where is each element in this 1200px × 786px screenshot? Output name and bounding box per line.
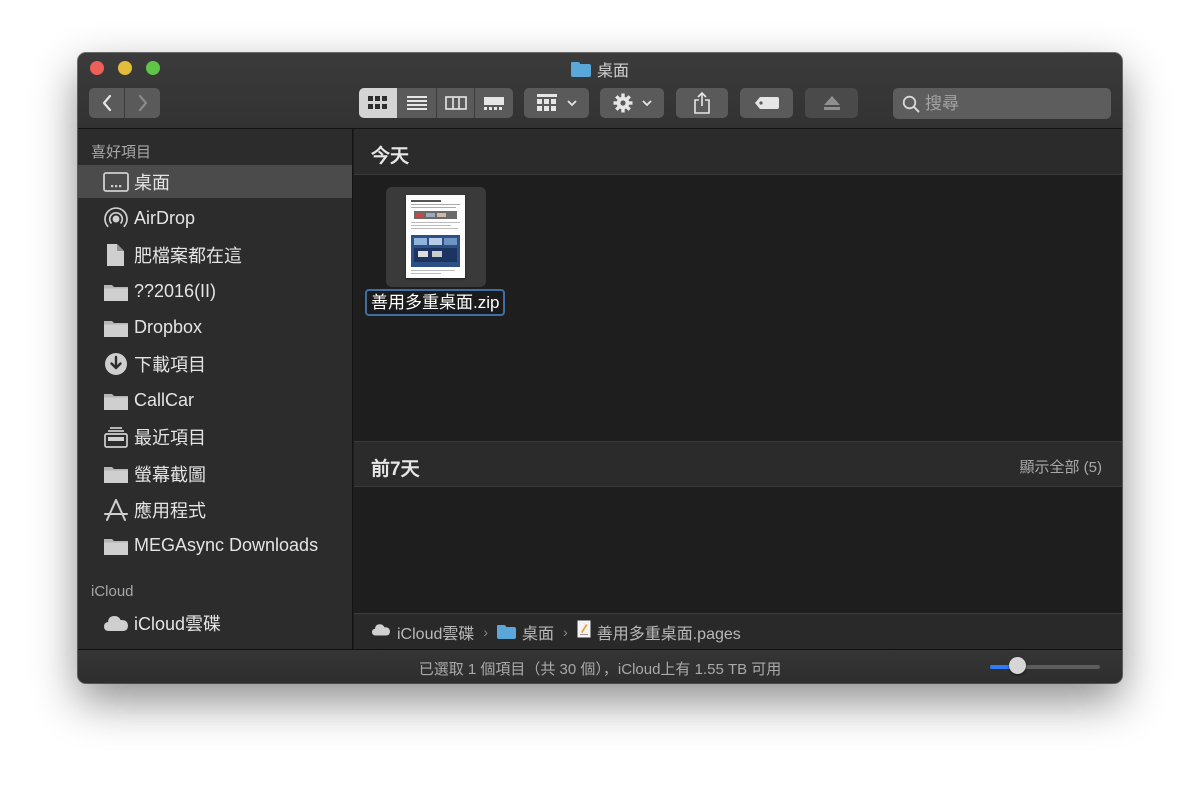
tag-icon [754, 97, 779, 109]
eject-icon [823, 96, 840, 110]
icon-size-slider-knob[interactable] [1009, 657, 1026, 674]
sidebar-item-airdrop[interactable]: AirDrop [78, 202, 352, 235]
path-bar: iCloud雲碟 › 桌面 › 善用多重桌面.pages [354, 613, 1122, 649]
sidebar-item-recents[interactable]: 最近項目 [78, 420, 352, 453]
sidebar-item-label: 螢幕截圖 [134, 464, 206, 485]
sidebar-item-fat-files[interactable]: 肥檔案都在這 [78, 238, 352, 271]
gallery-icon [484, 97, 504, 110]
status-bar: 已選取 1 個項目（共 30 個），iCloud上有 1.55 TB 可用 [78, 649, 1122, 683]
path-item-icloud-drive[interactable]: iCloud雲碟 [397, 620, 474, 644]
document-icon [103, 243, 131, 267]
sidebar-item-dropbox[interactable]: Dropbox [78, 311, 352, 344]
folder-icon [103, 534, 131, 558]
sidebar: 喜好項目 桌面 AirDrop 肥檔案都在這 ??2016(II) Dropbo… [78, 129, 353, 649]
sidebar-item-label: CallCar [134, 390, 195, 410]
document-thumbnail-icon [406, 195, 465, 278]
search-field[interactable] [893, 88, 1111, 119]
sidebar-item-label: 肥檔案都在這 [134, 245, 242, 266]
tags-button[interactable] [740, 88, 793, 118]
sidebar-item-label: 應用程式 [134, 500, 206, 521]
folder-icon [103, 316, 131, 340]
chevron-left-icon [102, 94, 111, 112]
recents-icon [103, 425, 131, 449]
file-item[interactable]: 善用多重桌面.zip [365, 187, 507, 319]
download-icon [103, 352, 131, 376]
chevron-down-icon [641, 99, 652, 106]
column-view-button[interactable] [437, 88, 475, 118]
list-view-button[interactable] [398, 88, 436, 118]
gallery-view-button[interactable] [475, 88, 513, 118]
folder-icon [497, 624, 517, 639]
sidebar-item-downloads[interactable]: 下載項目 [78, 347, 352, 380]
sidebar-section-favorites: 喜好項目 [91, 144, 152, 161]
path-separator: › [483, 623, 489, 640]
window-title-text: 桌面 [596, 63, 629, 80]
share-button[interactable] [676, 88, 728, 118]
desktop-icon [103, 170, 131, 194]
sidebar-item-callcar[interactable]: CallCar [78, 384, 352, 417]
airdrop-icon [103, 206, 131, 231]
group-icon [537, 94, 557, 111]
group-title: 今天 [371, 146, 410, 167]
eject-button[interactable] [805, 88, 858, 118]
sidebar-item-label: 桌面 [134, 172, 170, 193]
group-header-previous-7-days: 前7天 顯示全部 (5) [354, 441, 1122, 487]
sidebar-item-label: 下載項目 [134, 354, 206, 375]
path-item-desktop[interactable]: 桌面 [522, 620, 554, 644]
path-separator: › [563, 623, 568, 640]
navigation-buttons [89, 88, 160, 118]
search-icon [902, 95, 920, 113]
sidebar-item-label: Dropbox [134, 317, 203, 337]
cloud-icon [103, 611, 131, 635]
columns-icon [445, 96, 467, 110]
sidebar-item-megasync-downloads[interactable]: MEGAsync Downloads [78, 529, 352, 562]
folder-icon [103, 280, 131, 304]
status-text: 已選取 1 個項目（共 30 個），iCloud上有 1.55 TB 可用 [418, 661, 782, 678]
grid-icon [368, 96, 387, 109]
file-browser: 今天 善用多重桌面.zip 前7天 顯示全部 (5) [354, 129, 1122, 613]
folder-icon [103, 389, 131, 413]
icon-size-slider[interactable] [990, 665, 1100, 669]
group-header-today: 今天 [354, 129, 1122, 175]
sidebar-item-label: MEGAsync Downloads [134, 535, 319, 555]
group-title: 前7天 [371, 459, 420, 480]
finder-window: 桌面 搜尋 喜好項目 桌面 AirDrop 肥檔案都在這 ??2016(II) … [78, 53, 1122, 683]
forward-button[interactable] [125, 88, 160, 118]
toolbar: 桌面 [78, 53, 1122, 129]
icon-view-button[interactable] [359, 88, 397, 118]
chevron-down-icon [567, 99, 577, 106]
sidebar-item-label: AirDrop [134, 208, 196, 228]
file-name-label[interactable]: 善用多重桌面.zip [365, 289, 506, 316]
sidebar-item-label: iCloud雲碟 [134, 613, 222, 634]
sidebar-item-label: ??2016(II) [134, 281, 217, 301]
share-icon [694, 92, 710, 114]
sidebar-item-desktop[interactable]: 桌面 [78, 165, 352, 198]
chevron-right-icon [138, 94, 147, 112]
cloud-icon [371, 622, 391, 642]
sidebar-item-icloud-drive[interactable]: iCloud雲碟 [78, 606, 352, 639]
sidebar-item-2016[interactable]: ??2016(II) [78, 275, 352, 308]
path-item-pages-file[interactable]: 善用多重桌面.pages [597, 620, 741, 644]
search-input[interactable] [925, 93, 1095, 114]
sidebar-item-screenshots[interactable]: 螢幕截圖 [78, 457, 352, 490]
sidebar-item-applications[interactable]: 應用程式 [78, 493, 352, 526]
gear-icon [613, 93, 632, 113]
folder-icon [103, 462, 131, 486]
view-mode-control [359, 88, 513, 118]
group-by-button[interactable] [524, 88, 589, 118]
sidebar-section-icloud: iCloud [91, 583, 134, 600]
folder-icon [570, 61, 591, 77]
pages-file-icon [577, 620, 591, 643]
list-icon [407, 96, 427, 110]
action-button[interactable] [600, 88, 664, 118]
sidebar-item-label: 最近項目 [134, 427, 206, 448]
window-title: 桌面 [78, 58, 1122, 80]
show-all-button[interactable]: 顯示全部 (5) [1019, 456, 1102, 477]
applications-icon [103, 498, 131, 522]
back-button[interactable] [89, 88, 124, 118]
